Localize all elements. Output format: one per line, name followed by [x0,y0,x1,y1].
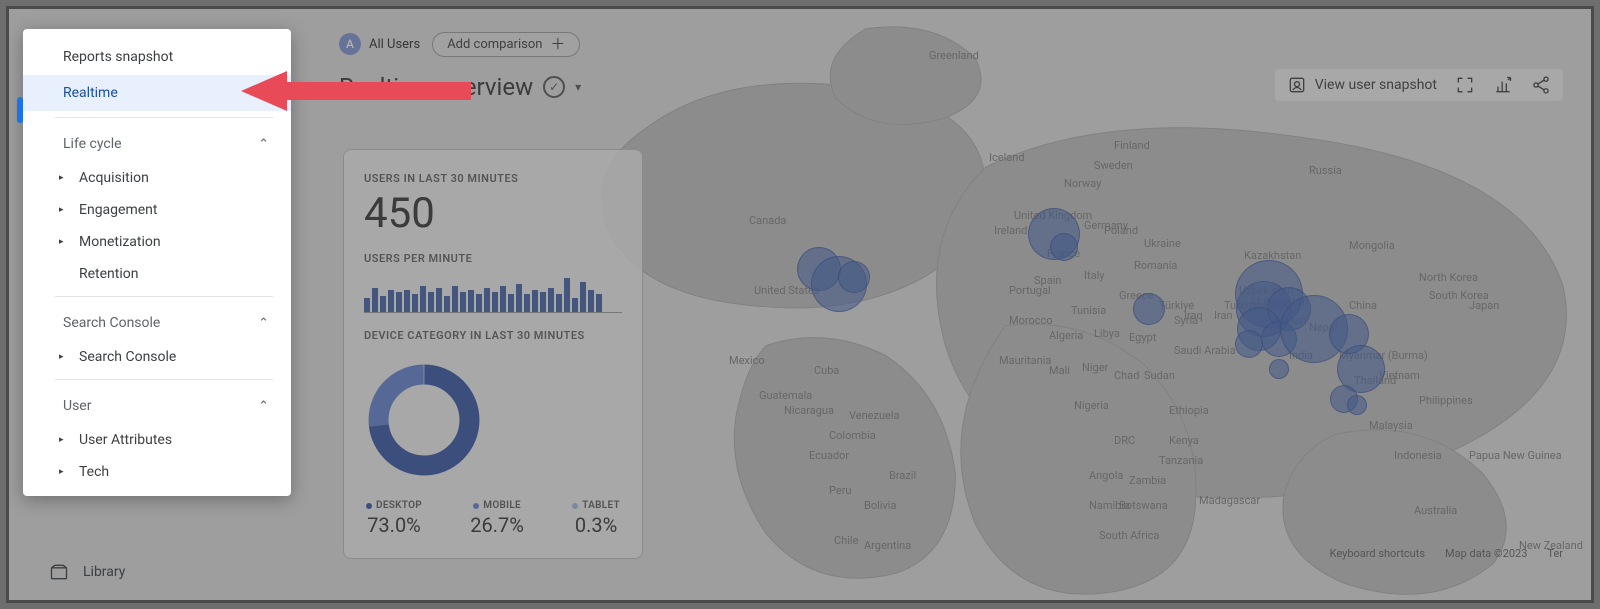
audience-chip[interactable]: A All Users [339,33,420,55]
caret-right-icon: ▸ [59,352,64,362]
section-search-console-label: Search Console [63,315,160,331]
map-activity-bubble [1347,395,1367,415]
users-per-minute-label: USERS PER MINUTE [364,252,622,265]
section-user-label: User [63,398,91,414]
caret-right-icon: ▸ [59,173,64,183]
chevron-up-icon: ⌃ [258,316,269,331]
audience-label: All Users [369,37,420,52]
map-activity-bubble [1235,330,1263,358]
nav-retention[interactable]: Retention [23,258,291,290]
add-comparison-label: Add comparison [447,37,542,52]
caret-right-icon: ▸ [59,467,64,477]
view-user-snapshot-button[interactable]: View user snapshot [1287,75,1437,95]
map-activity-bubble [1269,359,1289,379]
map-credits: Map data ©2023 [1445,547,1527,560]
nav-tech[interactable]: ▸Tech [23,456,291,488]
section-life-cycle-label: Life cycle [63,136,122,152]
add-comparison-button[interactable]: Add comparison ＋ [432,32,580,57]
caret-right-icon: ▸ [59,237,64,247]
legend-mobile-name: MOBILE [483,500,521,511]
nav-acquisition[interactable]: ▸Acquisition [23,162,291,194]
map-terms[interactable]: Ter [1547,547,1563,560]
section-search-console[interactable]: Search Console ⌃ [23,303,291,341]
nav-engagement[interactable]: ▸Engagement [23,194,291,226]
reports-nav-sidebar: Reports snapshot Realtime Life cycle ⌃ ▸… [23,29,291,496]
legend-tablet-value: 0.3% [572,513,620,537]
map-activity-bubble [1050,233,1078,261]
share-icon[interactable] [1531,75,1551,95]
caret-right-icon: ▸ [59,435,64,445]
verified-icon[interactable]: ✓ [543,76,565,98]
users-last-30-value: 450 [364,189,622,238]
users-last-30-label: USERS IN LAST 30 MINUTES [364,172,622,185]
view-user-snapshot-label: View user snapshot [1315,77,1437,93]
library-label: Library [83,564,125,580]
snapshot-icon [1287,75,1307,95]
library-icon [49,562,69,582]
nav-realtime[interactable]: Realtime [23,75,291,111]
map-activity-bubble [1133,293,1165,325]
audience-badge: A [339,33,361,55]
nav-search-console[interactable]: ▸Search Console [23,341,291,373]
legend-desktop-name: DESKTOP [376,500,422,511]
section-user[interactable]: User ⌃ [23,386,291,424]
caret-right-icon: ▸ [59,205,64,215]
realtime-summary-card: USERS IN LAST 30 MINUTES 450 USERS PER M… [343,149,643,559]
fullscreen-icon[interactable] [1455,75,1475,95]
chevron-up-icon: ⌃ [258,399,269,414]
map-keyboard-shortcuts[interactable]: Keyboard shortcuts [1330,547,1425,560]
nav-user-attributes[interactable]: ▸User Attributes [23,424,291,456]
device-category-donut [364,360,484,480]
page-title: Realtime overview [339,73,533,101]
title-dropdown-icon[interactable]: ▾ [575,80,581,94]
legend-desktop-value: 73.0% [366,513,422,537]
legend-tablet-name: TABLET [582,500,620,511]
insights-icon[interactable] [1493,75,1513,95]
users-per-minute-chart [364,273,622,313]
map-activity-bubble [838,261,870,293]
nav-reports-snapshot[interactable]: Reports snapshot [23,39,291,75]
nav-monetization[interactable]: ▸Monetization [23,226,291,258]
section-life-cycle[interactable]: Life cycle ⌃ [23,124,291,162]
chevron-up-icon: ⌃ [258,137,269,152]
library-button[interactable]: Library [49,562,125,582]
legend-mobile-value: 26.7% [470,513,524,537]
plus-icon: ＋ [550,37,565,52]
device-category-label: DEVICE CATEGORY IN LAST 30 MINUTES [364,329,622,342]
